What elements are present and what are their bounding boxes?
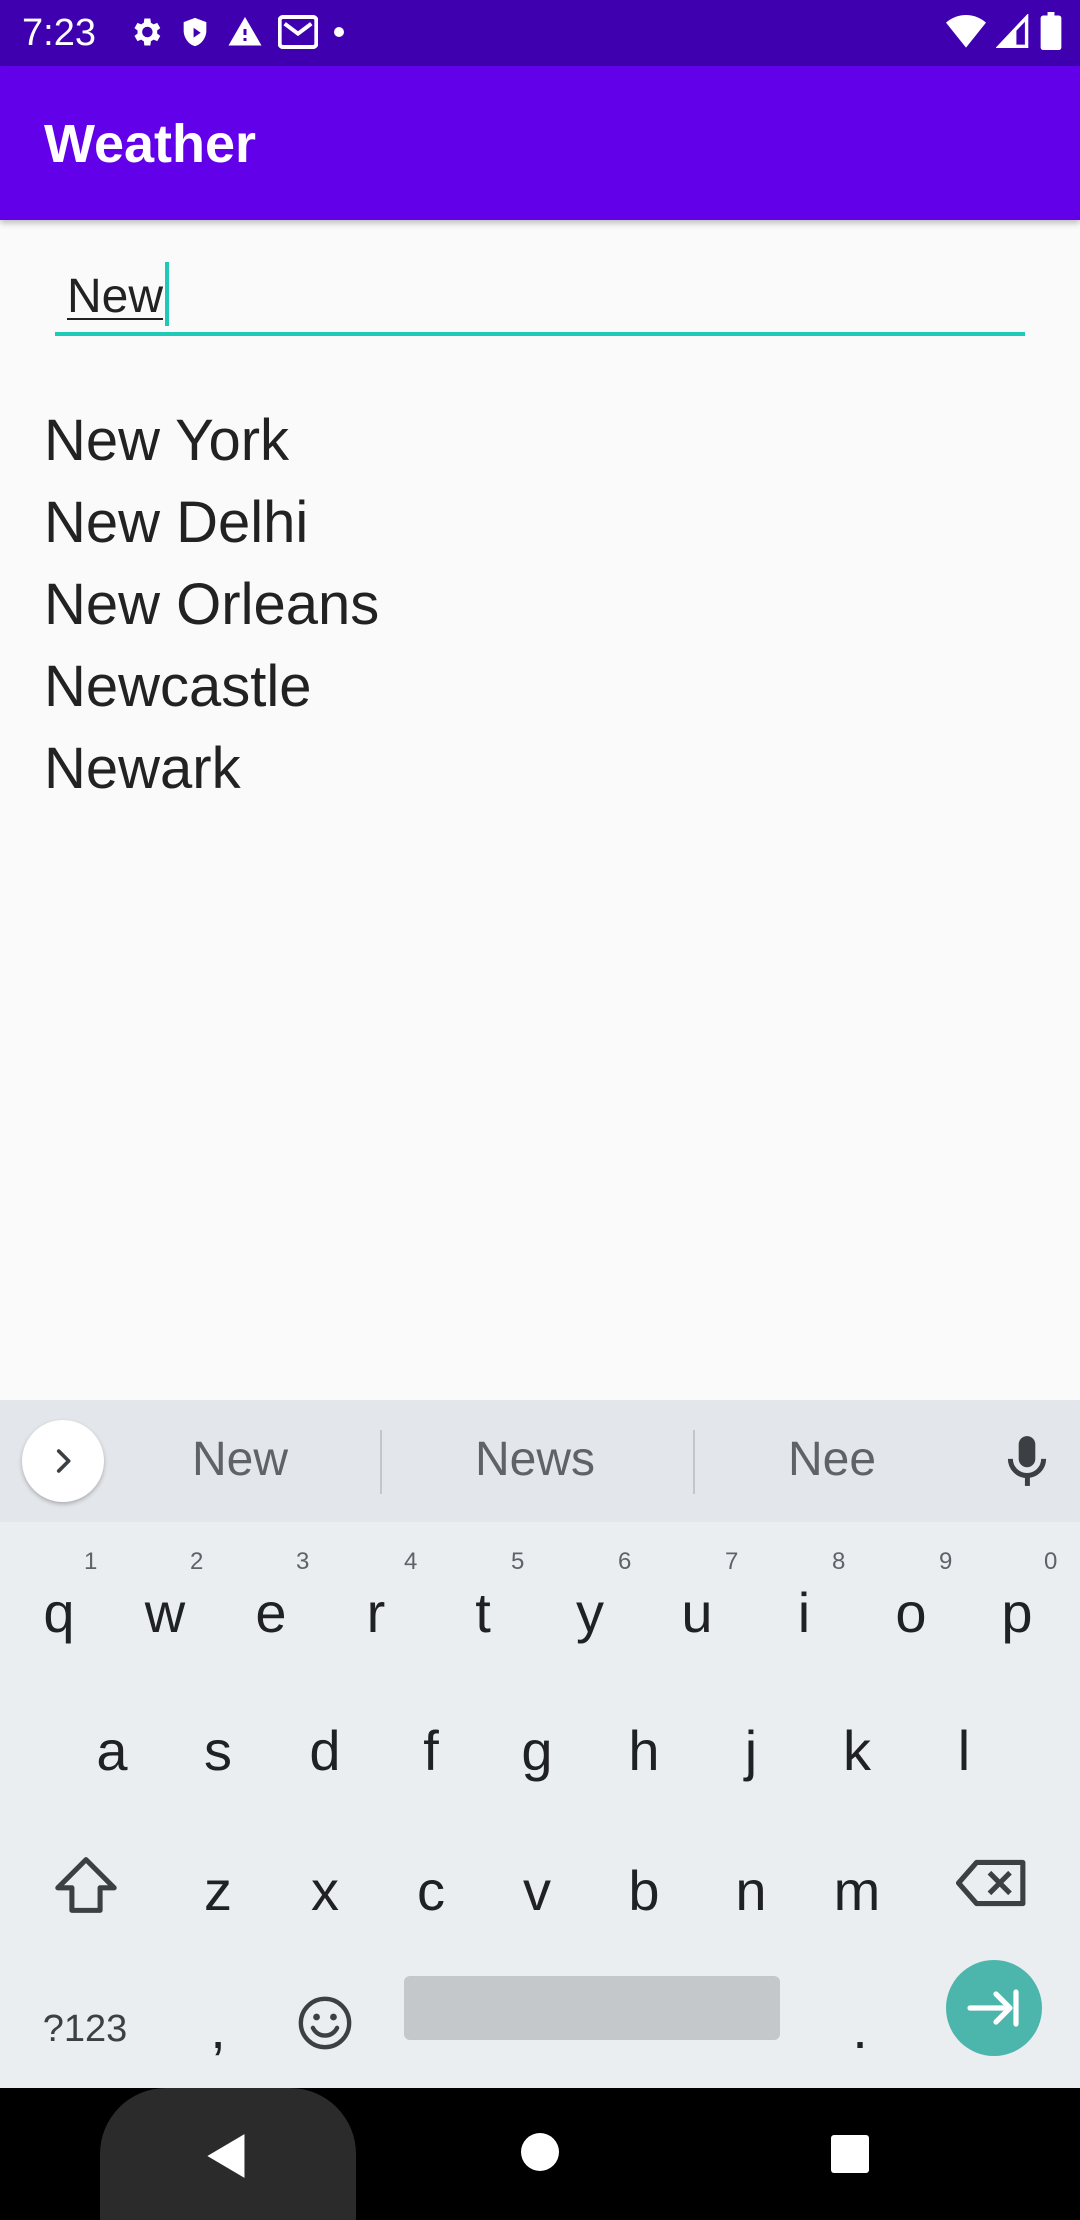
home-button[interactable] bbox=[520, 2132, 560, 2172]
signal-icon bbox=[995, 12, 1030, 53]
soft-keyboard: New News Nee q w e r t y u i o p 1 2 3 4… bbox=[0, 1400, 1080, 2088]
city-suggestion-item[interactable]: New Delhi bbox=[44, 482, 379, 564]
key-m[interactable]: m bbox=[817, 1856, 897, 1926]
key-hint-6: 6 bbox=[618, 1548, 632, 1575]
key-g[interactable]: g bbox=[497, 1716, 577, 1786]
key-c[interactable]: c bbox=[391, 1856, 471, 1926]
chevron-right-icon bbox=[56, 1449, 71, 1473]
emoji-icon bbox=[298, 1996, 352, 2050]
home-icon bbox=[521, 2133, 559, 2171]
key-h[interactable]: h bbox=[604, 1716, 684, 1786]
key-hint-2: 2 bbox=[190, 1548, 204, 1575]
key-k[interactable]: k bbox=[817, 1716, 897, 1786]
status-notification-icons bbox=[128, 14, 346, 54]
key-r[interactable]: r bbox=[336, 1578, 416, 1648]
key-i[interactable]: i bbox=[764, 1578, 844, 1648]
gmail-icon bbox=[277, 14, 319, 54]
key-hint-5: 5 bbox=[511, 1548, 525, 1575]
word-suggestion[interactable]: News bbox=[435, 1430, 635, 1490]
wifi-icon bbox=[946, 14, 986, 53]
word-suggestion[interactable]: Nee bbox=[732, 1430, 932, 1490]
search-underline bbox=[55, 332, 1025, 336]
word-suggestion[interactable]: New bbox=[140, 1430, 340, 1490]
key-hint-7: 7 bbox=[725, 1548, 739, 1575]
key-hint-3: 3 bbox=[296, 1548, 310, 1575]
app-title: Weather bbox=[44, 114, 257, 174]
enter-button[interactable] bbox=[946, 1960, 1042, 2056]
app-bar: Weather bbox=[0, 66, 1080, 220]
recents-icon bbox=[831, 2135, 869, 2173]
city-search-input[interactable]: New bbox=[55, 250, 1025, 336]
text-cursor bbox=[165, 262, 170, 326]
key-l[interactable]: l bbox=[924, 1716, 1004, 1786]
key-w[interactable]: w bbox=[125, 1578, 205, 1648]
status-bar: 7:23 bbox=[0, 0, 1080, 66]
city-suggestions-list: New York New Delhi New Orleans Newcastle… bbox=[44, 400, 379, 810]
system-navigation-bar bbox=[0, 2088, 1080, 2220]
key-j[interactable]: j bbox=[711, 1716, 791, 1786]
backspace-key[interactable] bbox=[952, 1856, 1032, 1926]
shield-icon bbox=[178, 14, 212, 55]
suggestion-divider bbox=[380, 1430, 382, 1494]
recents-button[interactable] bbox=[830, 2134, 870, 2174]
key-d[interactable]: d bbox=[285, 1716, 365, 1786]
key-hint-8: 8 bbox=[832, 1548, 846, 1575]
key-p[interactable]: p bbox=[977, 1578, 1057, 1648]
key-u[interactable]: u bbox=[657, 1578, 737, 1648]
microphone-button[interactable] bbox=[1002, 1434, 1052, 1493]
suggestion-divider bbox=[693, 1430, 695, 1494]
key-n[interactable]: n bbox=[711, 1856, 791, 1926]
key-s[interactable]: s bbox=[178, 1716, 258, 1786]
key-hint-0: 0 bbox=[1044, 1548, 1058, 1575]
warning-icon bbox=[226, 14, 264, 55]
keyboard-suggestion-strip: New News Nee bbox=[0, 1400, 1080, 1522]
shift-icon bbox=[55, 1857, 117, 1913]
key-f[interactable]: f bbox=[391, 1716, 471, 1786]
battery-icon bbox=[1040, 11, 1062, 55]
key-q[interactable]: q bbox=[19, 1578, 99, 1648]
key-z[interactable]: z bbox=[178, 1856, 258, 1926]
key-e[interactable]: e bbox=[231, 1578, 311, 1648]
key-b[interactable]: b bbox=[604, 1856, 684, 1926]
key-o[interactable]: o bbox=[871, 1578, 951, 1648]
shift-key[interactable] bbox=[46, 1854, 126, 1932]
dot-icon bbox=[332, 25, 346, 44]
key-a[interactable]: a bbox=[72, 1716, 152, 1786]
microphone-icon bbox=[1007, 1436, 1047, 1486]
key-t[interactable]: t bbox=[443, 1578, 523, 1648]
city-suggestion-item[interactable]: Newark bbox=[44, 728, 379, 810]
status-system-icons bbox=[946, 11, 1062, 55]
city-suggestion-item[interactable]: Newcastle bbox=[44, 646, 379, 728]
key-v[interactable]: v bbox=[497, 1856, 577, 1926]
period-key[interactable]: . bbox=[820, 1994, 900, 2064]
keyboard-expand-button[interactable] bbox=[22, 1420, 104, 1502]
settings-icon bbox=[128, 14, 164, 55]
search-input-text: New bbox=[67, 270, 164, 323]
city-suggestion-item[interactable]: New Orleans bbox=[44, 564, 379, 646]
key-hint-1: 1 bbox=[84, 1548, 98, 1575]
key-x[interactable]: x bbox=[285, 1856, 365, 1926]
backspace-icon bbox=[956, 1859, 1026, 1907]
city-suggestion-item[interactable]: New York bbox=[44, 400, 379, 482]
key-y[interactable]: y bbox=[550, 1578, 630, 1648]
symbols-key[interactable]: ?123 bbox=[30, 1994, 140, 2064]
tab-next-icon bbox=[967, 1989, 1019, 2027]
status-time: 7:23 bbox=[22, 12, 96, 54]
key-hint-4: 4 bbox=[404, 1548, 418, 1575]
emoji-key[interactable] bbox=[285, 1994, 365, 2068]
space-bar[interactable] bbox=[404, 1976, 780, 2040]
back-button[interactable] bbox=[100, 2088, 356, 2220]
comma-key[interactable]: , bbox=[178, 1994, 258, 2064]
key-hint-9: 9 bbox=[939, 1548, 953, 1575]
back-icon bbox=[207, 2134, 245, 2178]
